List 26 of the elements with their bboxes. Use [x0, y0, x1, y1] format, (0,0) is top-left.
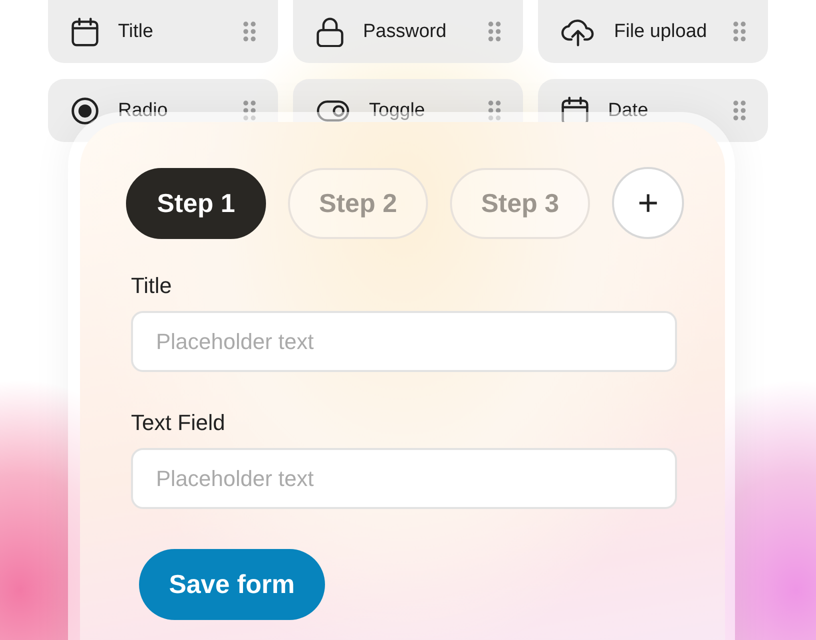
field-label: Text Field — [131, 410, 226, 436]
drag-handle-icon[interactable] — [733, 100, 746, 121]
input-field[interactable]: Placeholder text — [131, 448, 677, 509]
calendar-icon — [70, 16, 100, 46]
field-type-tile[interactable]: File upload — [538, 0, 768, 63]
save-button[interactable]: Save form — [139, 549, 325, 620]
radio-icon — [70, 96, 100, 126]
field-type-tile[interactable]: Password — [293, 0, 523, 63]
lock-icon — [315, 16, 345, 46]
field-type-tile[interactable]: Title — [48, 0, 278, 63]
tile-label: Date — [608, 100, 650, 122]
input-field[interactable]: Placeholder text — [131, 311, 677, 372]
drag-handle-icon[interactable] — [243, 100, 256, 121]
tile-label: Password — [363, 20, 448, 42]
field-label: Title — [131, 273, 173, 299]
drag-handle-icon[interactable] — [243, 21, 256, 42]
drag-handle-icon[interactable] — [488, 21, 501, 42]
tile-label: Toggle — [369, 100, 426, 122]
drag-handle-icon[interactable] — [488, 100, 501, 121]
drag-handle-icon[interactable] — [733, 21, 746, 42]
tile-label: Radio — [118, 100, 169, 122]
add-step-button[interactable]: + — [612, 167, 684, 239]
step-tab[interactable]: Step 1 — [126, 168, 266, 238]
tile-label: File upload — [614, 20, 708, 42]
tile-label: Title — [118, 20, 154, 42]
cloud-upload-icon — [560, 16, 596, 46]
